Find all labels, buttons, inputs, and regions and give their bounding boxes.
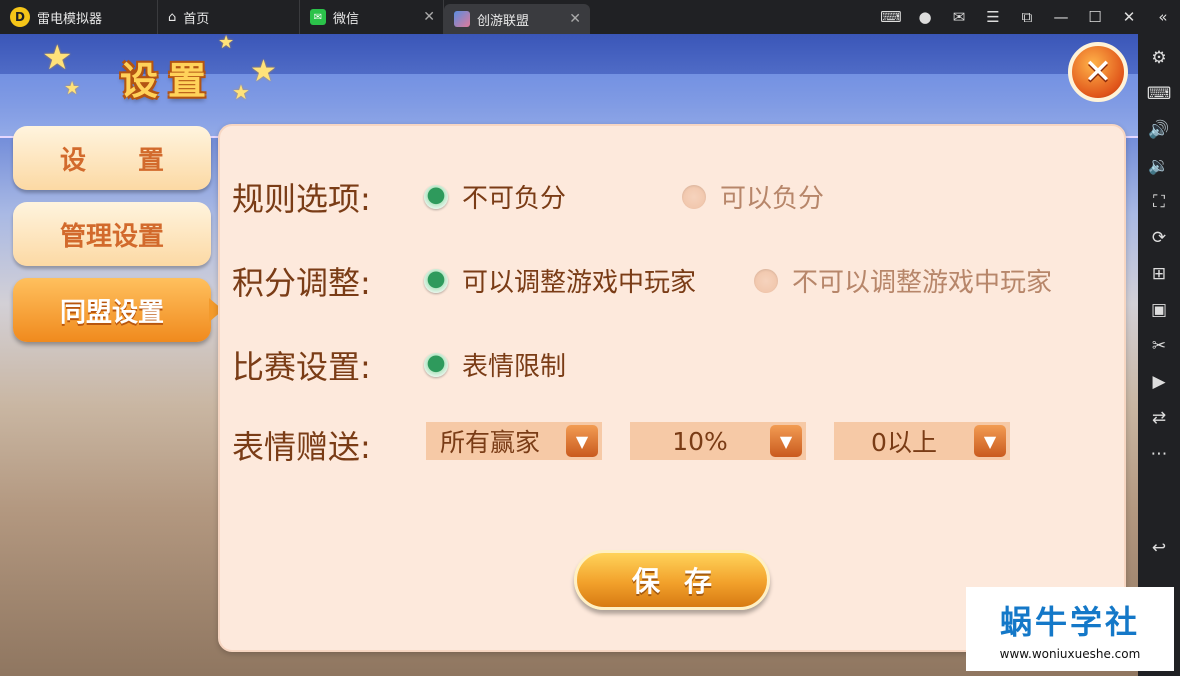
app-name-label: 雷电模拟器 xyxy=(37,11,103,27)
collapse-icon[interactable]: « xyxy=(1146,8,1180,26)
ldplayer-logo-icon: D xyxy=(10,7,30,27)
rule-no-negative-option[interactable]: 不可负分 xyxy=(424,178,566,215)
close-icon[interactable]: ✕ xyxy=(1112,8,1146,26)
gift-threshold-dropdown[interactable]: 0以上 ▼ xyxy=(834,422,1010,460)
rule-label: 规则选项: xyxy=(232,180,371,218)
tab-chuangyou[interactable]: 创游联盟 ✕ xyxy=(444,4,590,34)
screenshot-icon[interactable]: ⛶ xyxy=(1143,184,1175,220)
tab-label: 微信 xyxy=(333,11,360,27)
wechat-icon: ✉ xyxy=(310,9,326,25)
tab-label: 首页 xyxy=(183,11,210,27)
match-label: 比赛设置: xyxy=(232,348,371,386)
tab-wechat[interactable]: ✉ 微信 ✕ xyxy=(300,0,444,34)
score-adjust-option[interactable]: 可以调整游戏中玩家 xyxy=(424,262,696,299)
window-controls: ⌨ ● ✉ ☰ ⧉ — ☐ ✕ « xyxy=(874,0,1180,34)
swap-icon[interactable]: ⇄ xyxy=(1143,400,1175,436)
page-title: 设置 xyxy=(120,59,217,103)
watermark-title: 蜗牛学社 xyxy=(999,603,1140,641)
right-sidebar: ⚙ ⌨ 🔊 🔉 ⛶ ⟳ ⊞ ▣ ✂ ▶ ⇄ ⋯ ↩ xyxy=(1138,34,1180,676)
star-icon: ★ xyxy=(64,78,81,99)
tab-label: 创游联盟 xyxy=(477,13,530,29)
close-tab-icon[interactable]: ✕ xyxy=(423,9,435,25)
radio-unselected-icon xyxy=(682,184,706,209)
app-name[interactable]: D 雷电模拟器 xyxy=(0,0,158,34)
settings-icon[interactable]: ⚙ xyxy=(1143,40,1175,76)
star-icon: ★ xyxy=(218,34,235,53)
scissors-icon[interactable]: ✂ xyxy=(1143,328,1175,364)
save-button[interactable]: 保存 xyxy=(574,550,770,610)
score-no-adjust-option[interactable]: 不可以调整游戏中玩家 xyxy=(754,262,1052,299)
user-icon[interactable]: ● xyxy=(908,8,942,26)
close-dialog-button[interactable]: ✕ xyxy=(1068,42,1128,102)
chevron-down-icon[interactable]: ▼ xyxy=(770,425,802,457)
minimize-icon[interactable]: — xyxy=(1044,8,1078,26)
gift-label: 表情赠送: xyxy=(232,428,371,466)
star-icon: ★ xyxy=(232,80,250,104)
game-screen: ★ ★ ★ ★ ★ 设置 ✕ 设 置 管理设置 同盟设置 规则选项: 不可负分 … xyxy=(0,34,1138,676)
title-bar: D 雷电模拟器 ⌂ 首页 ✉ 微信 ✕ 创游联盟 ✕ ⌨ ● ✉ ☰ ⧉ — ☐… xyxy=(0,0,1180,34)
gamepad-icon[interactable]: ⌨ xyxy=(874,8,908,26)
sync-icon[interactable]: ⟳ xyxy=(1143,220,1175,256)
rule-allow-negative-option[interactable]: 可以负分 xyxy=(682,178,824,215)
radio-unselected-icon xyxy=(754,268,778,293)
tab-home[interactable]: ⌂ 首页 xyxy=(158,0,300,34)
mail-icon[interactable]: ✉ xyxy=(942,8,976,26)
back-icon[interactable]: ↩ xyxy=(1143,530,1175,566)
keyboard-icon[interactable]: ⌨ xyxy=(1143,76,1175,112)
game-icon xyxy=(454,11,470,27)
radio-selected-icon xyxy=(424,268,448,293)
chevron-down-icon[interactable]: ▼ xyxy=(974,425,1006,457)
volume-up-icon[interactable]: 🔊 xyxy=(1143,112,1175,148)
add-window-icon[interactable]: ⊞ xyxy=(1143,256,1175,292)
maximize-icon[interactable]: ☐ xyxy=(1078,8,1112,26)
gift-target-dropdown[interactable]: 所有赢家 ▼ xyxy=(426,422,602,460)
gift-percent-dropdown[interactable]: 10% ▼ xyxy=(630,422,806,460)
star-icon: ★ xyxy=(250,54,277,89)
watermark-url: www.woniuxueshe.com xyxy=(999,647,1141,661)
close-tab-icon[interactable]: ✕ xyxy=(569,11,581,27)
emoji-limit-option[interactable]: 表情限制 xyxy=(424,346,566,383)
menu-manage-settings[interactable]: 管理设置 xyxy=(13,202,211,266)
volume-down-icon[interactable]: 🔉 xyxy=(1143,148,1175,184)
home-icon: ⌂ xyxy=(168,9,177,25)
menu-settings[interactable]: 设 置 xyxy=(13,126,211,190)
radio-selected-icon xyxy=(424,352,448,377)
apk-icon[interactable]: ▣ xyxy=(1143,292,1175,328)
menu-alliance-settings[interactable]: 同盟设置 xyxy=(13,278,223,342)
more-icon[interactable]: ⋯ xyxy=(1143,436,1175,472)
radio-selected-icon xyxy=(424,184,448,209)
watermark: 蜗牛学社 www.woniuxueshe.com xyxy=(966,587,1174,671)
star-icon: ★ xyxy=(42,38,73,78)
settings-title: ★ ★ ★ ★ ★ 设置 xyxy=(20,34,300,128)
record-icon[interactable]: ▶ xyxy=(1143,364,1175,400)
menu-icon[interactable]: ☰ xyxy=(976,8,1010,26)
settings-panel: 规则选项: 不可负分 可以负分 积分调整: 可以调整游戏中玩家 不可以调整游戏中… xyxy=(218,124,1126,652)
score-label: 积分调整: xyxy=(232,264,371,302)
restore-icon[interactable]: ⧉ xyxy=(1010,8,1044,26)
chevron-down-icon[interactable]: ▼ xyxy=(566,425,598,457)
